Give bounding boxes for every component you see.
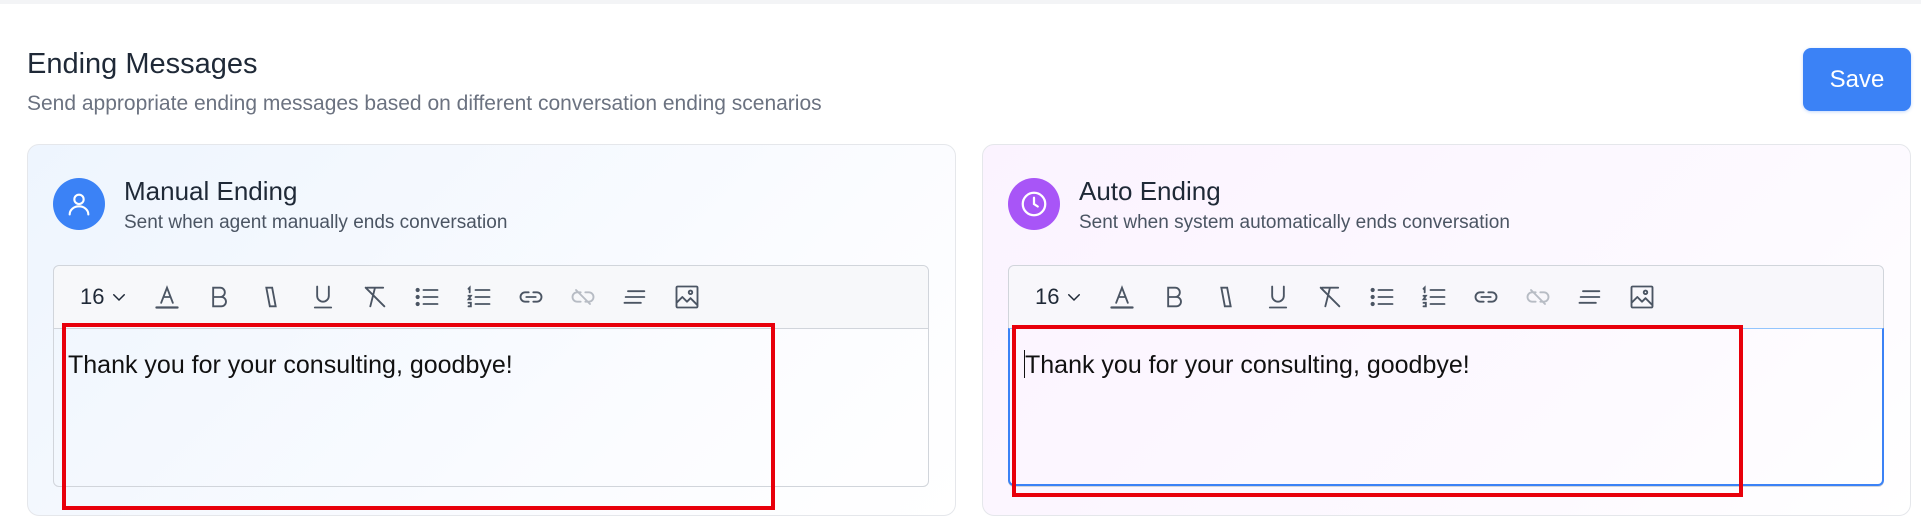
editor-toolbar: 16 (54, 266, 928, 329)
align-icon[interactable] (618, 280, 652, 314)
auto-ending-description: Sent when system automatically ends conv… (1079, 212, 1510, 233)
italic-icon[interactable] (254, 280, 288, 314)
manual-ending-text: Thank you for your consulting, goodbye! (68, 351, 513, 379)
page-title: Ending Messages (27, 48, 258, 80)
auto-ending-editor: 16 Thank you for your consulting, goodby… (1008, 265, 1884, 487)
align-icon[interactable] (1573, 280, 1607, 314)
bold-icon[interactable] (1157, 280, 1191, 314)
page-subtitle: Send appropriate ending messages based o… (27, 92, 822, 115)
chevron-down-icon (1068, 294, 1081, 302)
font-color-icon[interactable] (150, 280, 184, 314)
font-size-select[interactable]: 16 (1035, 284, 1083, 310)
font-size-value: 16 (1035, 284, 1060, 309)
font-size-value: 16 (80, 284, 105, 309)
link-icon[interactable] (1469, 280, 1503, 314)
unlink-icon[interactable] (566, 280, 600, 314)
section-header: Ending Messages Send appropriate ending … (27, 46, 822, 118)
font-size-select[interactable]: 16 (80, 284, 128, 310)
numbered-list-icon[interactable] (1417, 280, 1451, 314)
auto-ending-card: Auto Ending Sent when system automatical… (982, 144, 1911, 516)
user-icon (53, 178, 105, 230)
auto-ending-title: Auto Ending (1079, 176, 1221, 206)
save-button[interactable]: Save (1803, 48, 1911, 111)
manual-ending-card: Manual Ending Sent when agent manually e… (27, 144, 956, 516)
underline-icon[interactable] (306, 280, 340, 314)
link-icon[interactable] (514, 280, 548, 314)
chevron-down-icon (113, 294, 126, 302)
numbered-list-icon[interactable] (462, 280, 496, 314)
clear-format-icon[interactable] (358, 280, 392, 314)
bullet-list-icon[interactable] (410, 280, 444, 314)
manual-ending-editor: 16 Thank you for your consulting, goodby… (53, 265, 929, 487)
clock-icon (1008, 178, 1060, 230)
manual-ending-text-area[interactable]: Thank you for your consulting, goodbye! (54, 329, 928, 487)
auto-ending-text: Thank you for your consulting, goodbye! (1024, 349, 1868, 381)
font-color-icon[interactable] (1105, 280, 1139, 314)
unlink-icon[interactable] (1521, 280, 1555, 314)
editor-toolbar: 16 (1009, 266, 1883, 329)
manual-ending-description: Sent when agent manually ends conversati… (124, 212, 508, 233)
top-divider (0, 0, 1921, 4)
manual-ending-title: Manual Ending (124, 176, 298, 206)
bullet-list-icon[interactable] (1365, 280, 1399, 314)
auto-ending-text-area[interactable]: Thank you for your consulting, goodbye! (1008, 328, 1884, 486)
bold-icon[interactable] (202, 280, 236, 314)
clear-format-icon[interactable] (1313, 280, 1347, 314)
auto-ending-text-content: Thank you for your consulting, goodbye! (1025, 351, 1470, 379)
image-icon[interactable] (670, 280, 704, 314)
image-icon[interactable] (1625, 280, 1659, 314)
italic-icon[interactable] (1209, 280, 1243, 314)
underline-icon[interactable] (1261, 280, 1295, 314)
